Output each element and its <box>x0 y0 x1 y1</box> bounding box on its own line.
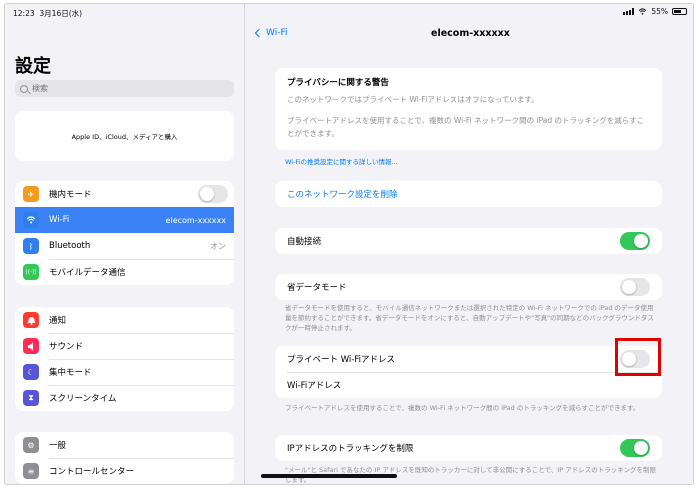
back-label: Wi-Fi <box>266 28 288 38</box>
bell-icon <box>23 312 39 328</box>
search-bar[interactable] <box>15 80 234 97</box>
battery-percent: 55% <box>651 7 668 16</box>
highlight-box <box>615 338 661 376</box>
battery-icon <box>672 8 687 15</box>
sidebar-item-focus[interactable]: ☾ 集中モード <box>15 359 234 385</box>
airplane-mode-toggle[interactable] <box>198 185 228 203</box>
auto-join-card: 自動接続 <box>275 228 662 254</box>
privacy-warning-text: このネットワークではプライベート Wi-Fiアドレスはオフになっています。 <box>287 95 539 104</box>
wifi-network-value: elecom-xxxxxx <box>165 215 226 225</box>
bluetooth-status-value: オン <box>210 241 226 251</box>
sidebar-item-screen-time[interactable]: ⧗ スクリーンタイム <box>15 385 234 411</box>
low-data-label: 省データモード <box>287 283 347 293</box>
home-indicator[interactable] <box>261 474 397 478</box>
sidebar-item-wifi[interactable]: Wi-Fi elecom-xxxxxx <box>15 207 234 233</box>
private-address-note: プライベートアドレスを使用することで、複数の Wi-Fi ネットワーク間の iP… <box>285 404 640 412</box>
sidebar-item-label: 通知 <box>49 316 67 326</box>
sidebar-item-mobile-data[interactable]: ((·)) モバイルデータ通信 <box>15 259 234 285</box>
private-address-row: プライベート Wi-Fiアドレス <box>275 346 662 372</box>
wifi-status-icon <box>638 8 647 15</box>
sidebar-item-label: 一般 <box>49 441 67 451</box>
auto-join-toggle[interactable] <box>620 232 650 250</box>
forget-network-button[interactable]: このネットワーク設定を削除 <box>275 181 662 207</box>
sidebar-item-label: モバイルデータ通信 <box>49 268 126 278</box>
auto-join-row: 自動接続 <box>275 228 662 254</box>
sidebar: 設定 Apple ID、iCloud、メディアと購入 ✈ 機内モード Wi-Fi… <box>5 4 245 484</box>
page-title: 設定 <box>15 56 51 77</box>
low-data-row: 省データモード <box>275 274 662 300</box>
search-input[interactable] <box>32 84 212 93</box>
sidebar-item-label: Bluetooth <box>49 241 91 251</box>
low-data-note: 省データモードを使用すると、モバイル通信ネットワークまたは選択された特定の Wi… <box>285 304 654 332</box>
sidebar-item-label: 集中モード <box>49 368 92 378</box>
chevron-left-icon <box>254 28 264 38</box>
search-icon <box>20 84 28 93</box>
apple-id-label: Apple ID、iCloud、メディアと購入 <box>71 133 178 141</box>
sidebar-item-sounds[interactable]: サウンド <box>15 333 234 359</box>
forget-network-card: このネットワーク設定を削除 <box>275 181 662 207</box>
status-time: 12:23 3月16日(水) <box>13 9 83 18</box>
antenna-icon: ((·)) <box>23 264 39 280</box>
sidebar-item-label: スクリーンタイム <box>49 394 117 404</box>
network-title: elecom-xxxxxx <box>431 28 510 39</box>
privacy-warning-card: プライバシーに関する警告 このネットワークではプライベート Wi-Fiアドレスは… <box>275 68 662 150</box>
status-date: 3月16日(水) <box>39 9 83 18</box>
ipad-screen: 設定 Apple ID、iCloud、メディアと購入 ✈ 機内モード Wi-Fi… <box>4 3 694 485</box>
sidebar-item-label: 機内モード <box>49 190 92 200</box>
apple-id-card[interactable]: Apple ID、iCloud、メディアと購入 <box>15 111 234 161</box>
airplane-icon: ✈ <box>23 186 39 202</box>
forget-network-label: このネットワーク設定を削除 <box>287 190 398 200</box>
wifi-icon <box>23 212 39 228</box>
ip-tracking-row: IPアドレスのトラッキングを制限 <box>275 435 662 461</box>
low-data-toggle[interactable] <box>620 278 650 296</box>
moon-icon: ☾ <box>23 364 39 380</box>
sidebar-item-label: コントロールセンター <box>49 467 135 477</box>
sidebar-item-control-center[interactable]: ≡ コントロールセンター <box>15 458 234 484</box>
settings-group-connectivity: ✈ 機内モード Wi-Fi elecom-xxxxxx ᛒ Bluetooth … <box>15 181 234 285</box>
sidebar-item-general[interactable]: ⚙ 一般 <box>15 432 234 458</box>
sidebar-item-bluetooth[interactable]: ᛒ Bluetooth オン <box>15 233 234 259</box>
private-address-label: プライベート Wi-Fiアドレス <box>287 355 395 365</box>
auto-join-label: 自動接続 <box>287 237 322 247</box>
bluetooth-icon: ᛒ <box>23 238 39 254</box>
sidebar-item-airplane-mode[interactable]: ✈ 機内モード <box>15 181 234 207</box>
status-indicators: 55% <box>623 7 687 16</box>
switches-icon: ≡ <box>23 463 39 479</box>
gear-icon: ⚙ <box>23 437 39 453</box>
detail-pane: elecom-xxxxxx Wi-Fi プライバシーに関する警告 このネットワー… <box>246 4 693 484</box>
low-data-card: 省データモード <box>275 274 662 300</box>
wifi-address-row: Wi-Fiアドレス <box>275 372 662 398</box>
privacy-warning-detail: プライベートアドレスを使用することで、複数の Wi-Fi ネットワーク間の iP… <box>287 116 645 138</box>
back-button[interactable]: Wi-Fi <box>254 28 288 38</box>
speaker-icon <box>23 338 39 354</box>
status-bar: 12:23 3月16日(水) 55% <box>5 4 693 20</box>
signal-icon <box>623 8 635 15</box>
ip-tracking-card: IPアドレスのトラッキングを制限 <box>275 435 662 461</box>
sidebar-item-label: Wi-Fi <box>49 215 70 225</box>
ip-tracking-toggle[interactable] <box>620 439 650 457</box>
settings-group-general: ⚙ 一般 ≡ コントロールセンター <box>15 432 234 484</box>
ip-tracking-label: IPアドレスのトラッキングを制限 <box>287 444 414 454</box>
wifi-address-label: Wi-Fiアドレス <box>287 381 342 391</box>
settings-group-notifications: 通知 サウンド ☾ 集中モード ⧗ スクリーンタイム <box>15 307 234 411</box>
privacy-warning-title: プライバシーに関する警告 <box>287 78 389 88</box>
sidebar-item-notifications[interactable]: 通知 <box>15 307 234 333</box>
hourglass-icon: ⧗ <box>23 390 39 406</box>
wifi-recommendations-link[interactable]: Wi-Fiの推奨設定に関する詳しい情報... <box>285 156 398 166</box>
sidebar-item-label: サウンド <box>49 342 84 352</box>
private-address-card: プライベート Wi-Fiアドレス Wi-Fiアドレス <box>275 346 662 398</box>
